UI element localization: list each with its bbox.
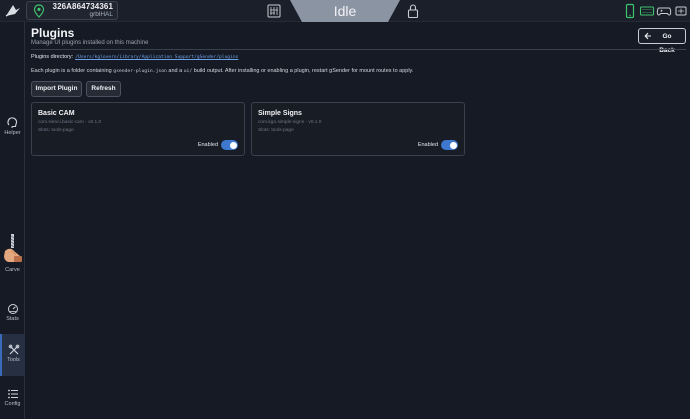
carve-icon [3, 234, 22, 262]
config-icon [7, 389, 18, 399]
plugin-enabled-toggle[interactable] [221, 140, 238, 150]
lock-icon[interactable] [405, 3, 421, 19]
plugin-slots: Slots: tools-page [258, 128, 294, 133]
sidebar-item-tools[interactable]: Tools [0, 334, 25, 376]
directory-label: Plugins directory: [31, 54, 74, 60]
gamepad-icon[interactable] [656, 3, 672, 19]
machine-status: Idle [333, 3, 357, 19]
toggle-knob [229, 141, 237, 149]
go-back-button[interactable]: Go Back [638, 28, 686, 54]
toggle-knob [449, 141, 457, 149]
machine-id: 326A864734361 [52, 2, 113, 11]
sidebar-item-label: Stats [6, 316, 19, 322]
plugins-directory: Plugins directory:/Users/kglovern/Librar… [31, 54, 238, 60]
sidebar-item-config[interactable]: Config [0, 388, 25, 407]
sidebar: Helper Carve Stats Tools Config [0, 22, 25, 419]
info-dirname: ui/ [183, 69, 193, 74]
page-title: Plugins [31, 26, 75, 40]
sidebar-item-label: Helper [4, 130, 21, 136]
plugin-id-version: com.sienci.basic-cam · v0.1.0 [38, 120, 102, 125]
plugin-enabled-toggle[interactable] [441, 140, 458, 150]
plugin-name: Basic CAM [38, 110, 75, 117]
directory-path-link[interactable]: /Users/kglovern/Library/Application Supp… [75, 55, 238, 60]
plugins-page: Plugins Manage UI plugins installed on t… [31, 22, 686, 419]
arrow-left-icon [644, 32, 651, 40]
page-subtitle: Manage UI plugins installed on this mach… [31, 40, 149, 46]
gsender-logo-icon [5, 5, 20, 17]
location-pin-icon [33, 4, 45, 18]
phone-remote-icon[interactable] [622, 3, 638, 19]
firmware-name: grblHAL [89, 11, 113, 18]
plugin-card-basic-cam: Basic CAM com.sienci.basic-cam · v0.1.0 … [31, 102, 245, 156]
import-plugin-button[interactable]: Import Plugin [31, 81, 82, 97]
info-text: Each plugin is a folder containing [31, 68, 114, 74]
plugins-info-text: Each plugin is a folder containing gsend… [31, 68, 413, 74]
header-divider [31, 49, 686, 50]
plugin-state-label: Enabled [417, 142, 438, 148]
sidebar-item-stats[interactable]: Stats [0, 303, 25, 322]
plugin-name: Simple Signs [258, 110, 302, 117]
tools-icon [8, 344, 19, 355]
sidebar-item-carve[interactable]: Carve [0, 234, 25, 273]
plugin-card-simple-signs: Simple Signs com.kgn.simple-signs · v0.1… [251, 102, 465, 156]
go-back-label: Go Back [659, 33, 675, 54]
keyboard-icon[interactable] [639, 3, 655, 19]
sidebar-item-label: Config [4, 401, 21, 407]
info-text: and a [166, 68, 184, 74]
sidebar-item-label: Carve [5, 267, 20, 273]
helper-icon [7, 117, 18, 128]
workflow-icon[interactable] [266, 3, 282, 19]
plugin-state-label: Enabled [197, 142, 218, 148]
info-filename: gsender-plugin.json [113, 69, 167, 74]
machine-selector[interactable]: 326A864734361 grblHAL [26, 1, 118, 20]
stats-icon [7, 304, 18, 314]
info-text: build output. After installing or enabli… [192, 68, 414, 74]
plugin-id-version: com.kgn.simple-signs · v0.1.0 [258, 120, 322, 125]
sidebar-item-label: Tools [7, 357, 20, 363]
refresh-button[interactable]: Refresh [86, 81, 121, 97]
alarm-icon[interactable] [673, 3, 689, 19]
top-bar: 326A864734361 grblHAL Idle [0, 0, 690, 22]
plugin-slots: Slots: tools-page [38, 128, 74, 133]
sidebar-item-helper[interactable]: Helper [0, 116, 25, 136]
